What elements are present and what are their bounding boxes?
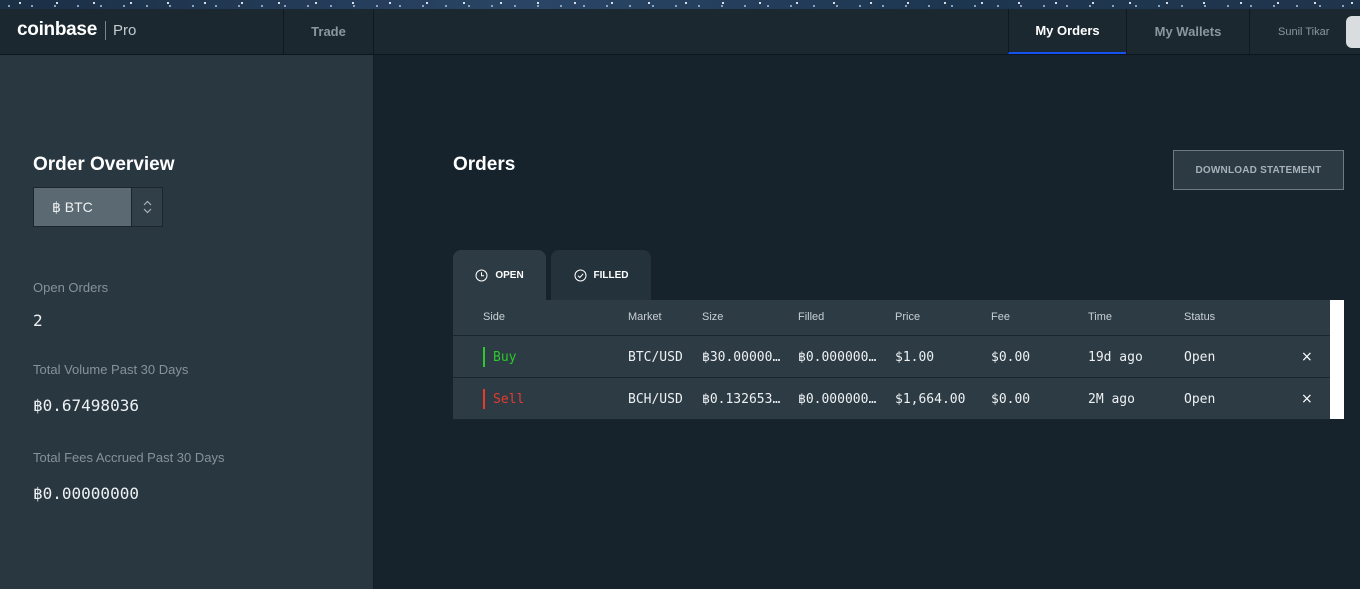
chevron-up-down-icon [131,188,162,226]
order-price: $1,664.00 [895,392,966,407]
column-header-status[interactable]: Status [1184,311,1215,323]
order-overview-sidebar: Order Overview ฿ BTC Open Orders 2 Total… [0,55,374,589]
total-volume-value: ฿0.67498036 [33,396,139,415]
user-avatar[interactable] [1346,16,1360,48]
nav-my-wallets-tab[interactable]: My Wallets [1126,9,1250,54]
order-side: Sell [493,392,525,407]
table-row[interactable]: Sell BCH/USD ฿0.13265300 ฿0.00000000 $1,… [453,379,1330,420]
order-side: Buy [493,350,517,365]
order-size: ฿30.00000000 [702,350,788,365]
user-name[interactable]: Sunil Tikar [1278,26,1329,38]
coin-selector-value: ฿ BTC [52,198,93,215]
column-header-fee[interactable]: Fee [991,311,1010,323]
logo-divider [104,20,106,40]
tab-filled-label: FILLED [593,269,629,281]
column-header-price[interactable]: Price [895,311,920,323]
order-market: BTC/USD [628,350,683,365]
total-fees-value: ฿0.00000000 [33,484,139,503]
column-header-side[interactable]: Side [483,311,505,323]
nav-trade-tab[interactable]: Trade [283,9,374,54]
logo-pro-label: Pro [112,21,137,39]
order-size: ฿0.13265300 [702,392,788,407]
order-market: BCH/USD [628,392,683,407]
cancel-order-button[interactable]: × [1301,391,1313,407]
orders-table: Side Market Size Filled Price Fee Time S… [453,300,1330,420]
order-status: Open [1184,392,1216,407]
order-filled: ฿0.00000000 [798,350,884,365]
cancel-order-button[interactable]: × [1301,349,1313,365]
open-orders-label: Open Orders [33,280,109,295]
top-navigation: coinbase Pro Trade My Orders My Wallets … [0,9,1360,55]
orders-title: Orders [453,154,516,175]
order-overview-title: Order Overview [33,154,175,175]
order-fee: $0.00 [991,350,1031,365]
logo-wordmark: coinbase [17,19,97,40]
nav-my-orders-tab[interactable]: My Orders [1008,9,1126,54]
order-status: Open [1184,350,1216,365]
column-header-market[interactable]: Market [628,311,662,323]
browser-decor-strip [0,0,1360,9]
check-circle-icon [574,269,586,281]
clock-icon [475,269,488,281]
order-time: 2M ago [1088,392,1135,407]
download-statement-button[interactable]: DOWNLOAD STATEMENT [1173,150,1344,190]
tab-open-label: OPEN [495,269,524,281]
total-fees-label: Total Fees Accrued Past 30 Days [33,450,225,465]
table-row[interactable]: Buy BTC/USD ฿30.00000000 ฿0.00000000 $1.… [453,337,1330,378]
table-scrollbar[interactable] [1330,300,1344,419]
total-volume-label: Total Volume Past 30 Days [33,362,189,377]
order-time: 19d ago [1088,350,1143,365]
order-filled: ฿0.00000000 [798,392,884,407]
side-indicator [483,347,485,367]
column-header-time[interactable]: Time [1088,311,1112,323]
column-header-filled[interactable]: Filled [798,311,824,323]
coin-selector[interactable]: ฿ BTC [33,187,163,227]
open-orders-value: 2 [33,311,43,330]
coinbase-pro-logo[interactable]: coinbase Pro [17,19,136,41]
table-header: Side Market Size Filled Price Fee Time S… [453,300,1330,336]
tab-filled[interactable]: FILLED [551,250,651,300]
tab-open[interactable]: OPEN [453,250,546,300]
column-header-size[interactable]: Size [702,311,723,323]
order-fee: $0.00 [991,392,1031,407]
side-indicator [483,389,485,409]
order-price: $1.00 [895,350,935,365]
